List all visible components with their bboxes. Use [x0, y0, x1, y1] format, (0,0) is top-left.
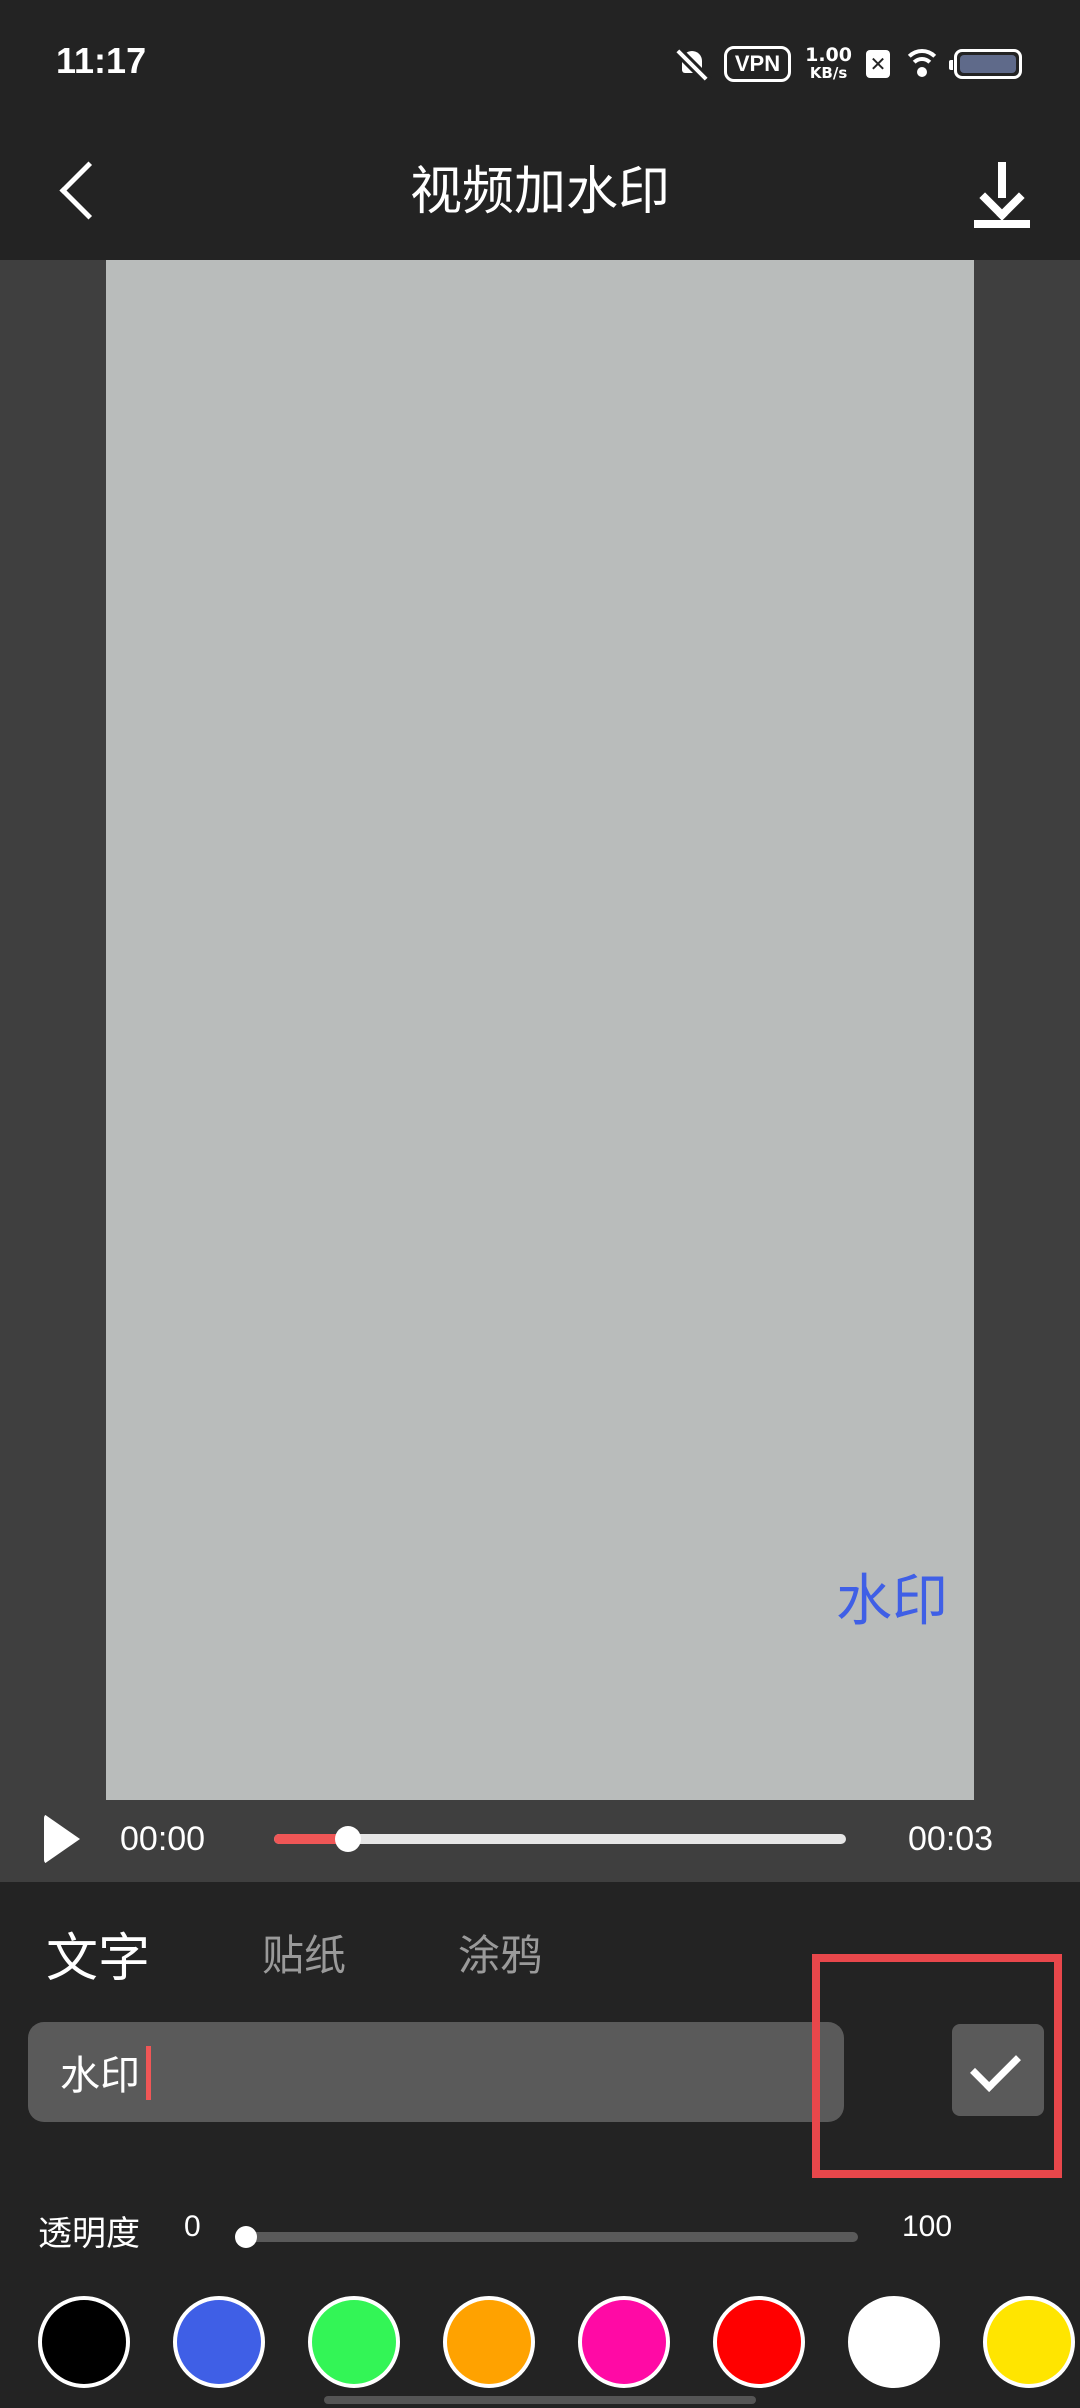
- network-speed-value: 1.00: [805, 44, 852, 66]
- opacity-slider-thumb[interactable]: [235, 2226, 257, 2248]
- video-progress-slider[interactable]: [274, 1826, 846, 1852]
- status-time: 11:17: [56, 40, 147, 81]
- download-button[interactable]: [964, 152, 1040, 232]
- confirm-button[interactable]: [952, 2024, 1044, 2116]
- current-time: 00:00: [120, 1820, 206, 1858]
- color-swatch-5[interactable]: [578, 2296, 670, 2388]
- color-swatch-8[interactable]: [983, 2296, 1075, 2388]
- app-header: 视频加水印: [0, 124, 1080, 260]
- opacity-max-value: 100: [902, 2210, 953, 2243]
- battery-icon: [949, 49, 1022, 79]
- tab-doodle[interactable]: 涂鸦: [458, 1922, 542, 1983]
- video-preview-area: 水印 00:00 00:03: [0, 260, 1080, 1882]
- bell-off-icon: [676, 47, 710, 81]
- total-time: 00:03: [908, 1820, 994, 1858]
- vpn-icon: VPN: [723, 46, 792, 82]
- back-button[interactable]: [50, 152, 130, 232]
- play-button[interactable]: [44, 1814, 84, 1864]
- opacity-label: 透明度: [38, 2214, 140, 2254]
- opacity-min-value: 0: [184, 2210, 201, 2243]
- status-icons: VPN 1.00 KB/s ✕: [676, 40, 1022, 88]
- x-app-icon: ✕: [866, 50, 890, 78]
- network-speed-unit: KB/s: [809, 64, 848, 82]
- color-swatch-2[interactable]: [173, 2296, 265, 2388]
- status-bar: 11:17 VPN 1.00 KB/s ✕: [0, 0, 1080, 124]
- video-frame[interactable]: 水印: [106, 260, 974, 1800]
- wifi-icon: [904, 49, 940, 79]
- color-swatch-4[interactable]: [443, 2296, 535, 2388]
- video-progress-thumb[interactable]: [335, 1826, 362, 1852]
- text-caret: [146, 2046, 151, 2100]
- color-palette: [0, 2290, 1080, 2400]
- tab-text[interactable]: 文字: [46, 1916, 150, 1991]
- color-swatch-3[interactable]: [308, 2296, 400, 2388]
- home-indicator: [324, 2396, 756, 2404]
- color-swatch-7[interactable]: [848, 2296, 940, 2388]
- color-swatch-6[interactable]: [713, 2296, 805, 2388]
- color-swatch-1[interactable]: [38, 2296, 130, 2388]
- watermark-overlay[interactable]: 水印: [836, 1556, 948, 1637]
- opacity-slider[interactable]: [235, 2226, 858, 2248]
- tab-sticker[interactable]: 贴纸: [262, 1922, 346, 1983]
- network-speed: 1.00 KB/s: [805, 44, 852, 83]
- page-title: 视频加水印: [409, 162, 670, 222]
